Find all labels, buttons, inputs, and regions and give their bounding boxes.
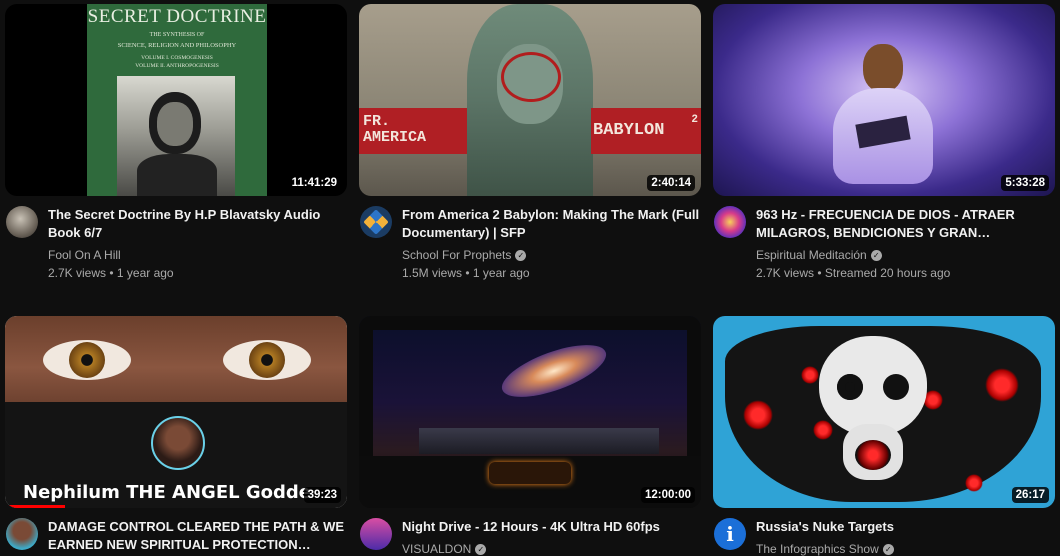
video-thumbnail[interactable]: Nephilum THE ANGEL Godde 39:23 (5, 316, 347, 508)
figure-image (823, 44, 943, 184)
verified-check-icon: ✓ (475, 543, 487, 555)
video-stats: 2.7K views • Streamed 20 hours ago (756, 266, 951, 280)
target-marker (985, 368, 1019, 402)
target-marker (965, 474, 983, 492)
video-card[interactable]: 12:00:00 Night Drive - 12 Hours - 4K Ult… (359, 316, 701, 556)
video-duration: 26:17 (1011, 487, 1049, 503)
video-title[interactable]: Russia's Nuke Targets (756, 518, 1055, 536)
video-stats: 1.5M views • 1 year ago (402, 266, 530, 280)
red-banner-left: FR. AMERICA (359, 108, 467, 154)
video-card[interactable]: Nephilum THE ANGEL Godde 39:23 DAMAGE CO… (5, 316, 347, 554)
video-duration: 39:23 (303, 487, 341, 503)
video-card[interactable]: SECRET DOCTRINE THE SYNTHESIS OF SCIENCE… (5, 4, 347, 280)
channel-name[interactable]: Espiritual Meditación (756, 248, 867, 262)
channel-avatar[interactable] (6, 206, 38, 238)
book-subtitle: SCIENCE, RELIGION AND PHILOSOPHY (117, 42, 237, 49)
book-volume: VOLUME I. COSMOGENESIS (141, 55, 213, 61)
channel-name[interactable]: School For Prophets (402, 248, 511, 262)
progress-bar (5, 505, 65, 508)
video-title[interactable]: Night Drive - 12 Hours - 4K Ultra HD 60f… (402, 518, 701, 536)
book-title: SECRET DOCTRINE (87, 6, 267, 27)
channel-avatar[interactable] (6, 518, 38, 550)
video-title[interactable]: DAMAGE CONTROL CLEARED THE PATH & WE EAR… (48, 518, 347, 554)
verified-check-icon: ✓ (870, 249, 882, 261)
channel-name[interactable]: The Infographics Show (756, 542, 879, 556)
video-card[interactable]: 26:17 i Russia's Nuke Targets The Infogr… (713, 316, 1055, 556)
video-duration: 2:40:14 (647, 175, 695, 191)
portrait-image (117, 76, 235, 196)
video-card[interactable]: FR. AMERICA BABYLON 2 2:40:14 From Ameri… (359, 4, 701, 280)
book-subtitle: THE SYNTHESIS OF (149, 32, 205, 38)
road-image (419, 428, 659, 454)
banner-number: 2 (691, 114, 698, 126)
banner-text: BABYLON (593, 121, 665, 140)
video-thumbnail[interactable]: FR. AMERICA BABYLON 2 2:40:14 (359, 4, 701, 196)
channel-avatar[interactable] (714, 206, 746, 238)
banner-text: FR. AMERICA (363, 113, 427, 146)
video-thumbnail[interactable]: 26:17 (713, 316, 1055, 508)
verified-check-icon: ✓ (515, 249, 527, 261)
channel-avatar[interactable] (360, 518, 392, 550)
eyes-image (5, 316, 347, 402)
info-icon: i (726, 522, 734, 546)
video-card[interactable]: 5:33:28 963 Hz - FRECUENCIA DE DIOS - AT… (713, 4, 1055, 280)
target-marker (801, 366, 819, 384)
video-title[interactable]: 963 Hz - FRECUENCIA DE DIOS - ATRAER MIL… (756, 206, 1055, 242)
video-thumbnail[interactable]: 12:00:00 (359, 316, 701, 508)
video-thumbnail[interactable]: 5:33:28 (713, 4, 1055, 196)
red-banner-right: BABYLON 2 (591, 108, 701, 154)
channel-avatar[interactable]: i (714, 518, 746, 550)
video-stats: 2.7K views • 1 year ago (48, 266, 174, 280)
video-duration: 5:33:28 (1001, 175, 1049, 191)
book-cover-image: SECRET DOCTRINE THE SYNTHESIS OF SCIENCE… (87, 4, 267, 196)
target-marker (743, 400, 773, 430)
thumbnail-caption: Nephilum THE ANGEL Godde (23, 482, 311, 503)
channel-avatar[interactable] (360, 206, 392, 238)
video-title[interactable]: The Secret Doctrine By H.P Blavatsky Aud… (48, 206, 347, 242)
statue-image (467, 4, 593, 196)
book-volume: VOLUME II. ANTHROPOGENESIS (135, 63, 219, 69)
video-duration: 11:41:29 (287, 175, 341, 191)
thumbnail-avatar (151, 416, 205, 470)
video-title[interactable]: From America 2 Babylon: Making The Mark … (402, 206, 701, 242)
skull-image (819, 336, 927, 486)
channel-name[interactable]: VISUALDON (402, 542, 471, 556)
video-duration: 12:00:00 (640, 487, 695, 503)
video-thumbnail[interactable]: SECRET DOCTRINE THE SYNTHESIS OF SCIENCE… (5, 4, 347, 196)
channel-name[interactable]: Fool On A Hill (48, 248, 121, 262)
verified-check-icon: ✓ (882, 543, 894, 555)
